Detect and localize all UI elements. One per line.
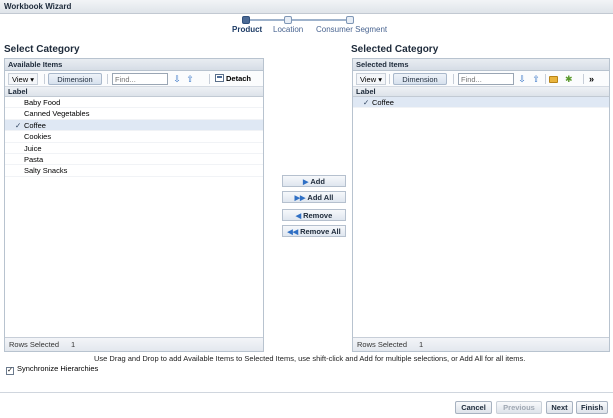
label-column-header[interactable]: Label: [353, 87, 609, 97]
list-item-selected[interactable]: ✓ Coffee: [5, 119, 263, 132]
train-step-location-node[interactable]: [284, 16, 292, 24]
remove-button[interactable]: ◀ Remove: [282, 209, 346, 221]
detach-icon: [215, 74, 224, 82]
list-item-label: Coffee: [372, 98, 394, 107]
view-menu-button[interactable]: View ▾: [356, 73, 386, 85]
remove-arrow-icon: ◀: [295, 213, 302, 220]
list-item-label: Pasta: [24, 154, 44, 164]
previous-button[interactable]: Previous: [496, 401, 542, 414]
selected-items-panel: Selected Items View ▾ Dimension ⇩ ⇧ ✱ » …: [352, 58, 610, 352]
dimension-button[interactable]: Dimension: [393, 73, 447, 85]
add-all-arrow-icon: ▶▶: [294, 195, 306, 202]
synchronize-hierarchies-label: Synchronize Hierarchies: [17, 364, 99, 373]
rows-selected-label: Rows Selected: [357, 340, 408, 349]
folder-icon[interactable]: [549, 75, 558, 87]
remove-all-button[interactable]: ◀◀ Remove All: [282, 225, 346, 237]
detach-label: Detach: [226, 74, 252, 83]
step-train: Product Location Consumer Segment: [230, 15, 400, 37]
finish-button[interactable]: Finish: [576, 401, 608, 414]
add-all-button[interactable]: ▶▶ Add All: [282, 191, 346, 203]
list-item-label: Salty Snacks: [24, 166, 68, 176]
available-items-toolbar: View ▾ Dimension ⇩ ⇧ Detach: [5, 71, 263, 87]
list-item[interactable]: Cookies: [5, 131, 263, 143]
list-item[interactable]: Canned Vegetables: [5, 108, 263, 120]
selected-items-header: Selected Items: [353, 59, 609, 71]
next-button[interactable]: Next: [546, 401, 573, 414]
footer-divider: [0, 392, 613, 393]
synchronize-hierarchies-checkbox[interactable]: ✓: [6, 367, 14, 375]
rows-selected-label: Rows Selected: [9, 340, 60, 349]
train-step-consumer-segment-label[interactable]: Consumer Segment: [316, 25, 387, 34]
list-item[interactable]: Pasta: [5, 154, 263, 166]
find-input[interactable]: [112, 73, 168, 85]
cancel-button[interactable]: Cancel: [455, 401, 492, 414]
selected-category-title: Selected Category: [351, 44, 439, 55]
find-next-icon[interactable]: ⇩: [172, 73, 182, 85]
toolbar-divider: [107, 74, 108, 84]
rows-selected-count: 1: [71, 340, 76, 349]
add-button-label: Add: [310, 177, 325, 186]
rows-selected-footer: Rows Selected 1: [5, 337, 263, 351]
find-input[interactable]: [458, 73, 514, 85]
toolbar-divider: [44, 74, 45, 84]
label-column-header[interactable]: Label: [5, 87, 263, 97]
find-previous-icon[interactable]: ⇧: [531, 73, 541, 85]
drag-drop-hint: Use Drag and Drop to add Available Items…: [94, 354, 526, 363]
toolbar-divider: [583, 74, 584, 84]
toolbar-divider: [209, 74, 210, 84]
toolbar-divider: [389, 74, 390, 84]
list-item[interactable]: Juice: [5, 143, 263, 154]
rows-selected-footer: Rows Selected 1: [353, 337, 609, 351]
list-item-label: Juice: [24, 143, 42, 153]
select-category-title: Select Category: [4, 44, 80, 55]
train-step-location-label[interactable]: Location: [273, 25, 303, 34]
add-button[interactable]: ▶ Add: [282, 175, 346, 187]
check-icon: ✓: [15, 120, 22, 130]
find-previous-icon[interactable]: ⇧: [185, 73, 195, 85]
list-item-label: Baby Food: [24, 98, 61, 107]
check-icon: ✓: [363, 98, 370, 107]
list-item-selected[interactable]: ✓ Coffee: [353, 97, 609, 109]
view-menu-button[interactable]: View ▾: [8, 73, 38, 85]
toolbar-divider: [545, 74, 546, 84]
available-items-panel: Available Items View ▾ Dimension ⇩ ⇧ Det…: [4, 58, 264, 352]
list-item[interactable]: Baby Food: [5, 97, 263, 109]
available-items-header: Available Items: [5, 59, 263, 71]
window-title: Workbook Wizard: [0, 0, 613, 14]
list-item[interactable]: Salty Snacks: [5, 165, 263, 177]
overflow-chevron-icon[interactable]: »: [589, 73, 594, 85]
list-item-label: Cookies: [24, 132, 52, 142]
toolbar-divider: [453, 74, 454, 84]
favorite-star-icon[interactable]: ✱: [565, 73, 573, 85]
selected-items-toolbar: View ▾ Dimension ⇩ ⇧ ✱ »: [353, 71, 609, 87]
selected-items-list: ✓ Coffee: [353, 97, 609, 109]
list-item-label: Canned Vegetables: [24, 109, 90, 119]
synchronize-hierarchies-option[interactable]: ✓ Synchronize Hierarchies: [6, 364, 98, 375]
train-connector: [245, 19, 349, 21]
add-arrow-icon: ▶: [303, 179, 309, 186]
train-step-product-node[interactable]: [242, 16, 250, 24]
remove-button-label: Remove: [303, 211, 333, 220]
add-all-button-label: Add All: [307, 193, 334, 202]
train-step-product-label[interactable]: Product: [232, 25, 262, 34]
rows-selected-count: 1: [419, 340, 424, 349]
remove-all-button-label: Remove All: [300, 227, 341, 236]
remove-all-arrow-icon: ◀◀: [287, 229, 299, 236]
train-step-consumer-segment-node[interactable]: [346, 16, 354, 24]
available-items-list: Baby Food Canned Vegetables ✓ Coffee Cook…: [5, 97, 263, 177]
find-next-icon[interactable]: ⇩: [517, 73, 527, 85]
detach-button[interactable]: Detach: [215, 73, 251, 85]
dimension-button[interactable]: Dimension: [48, 73, 102, 85]
list-item-label: Coffee: [24, 120, 46, 130]
